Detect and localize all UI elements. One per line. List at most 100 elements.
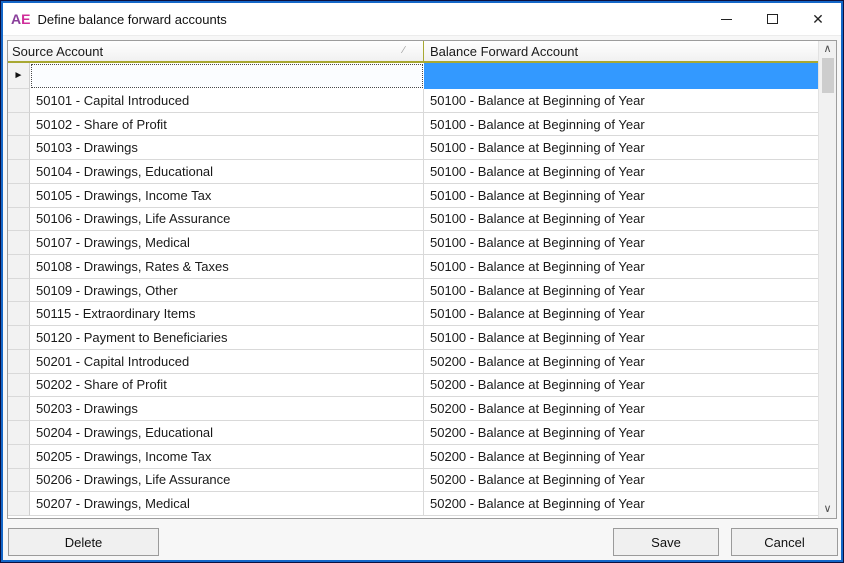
table-row[interactable]: 50207 - Drawings, Medical 50200 - Balanc… <box>8 492 818 516</box>
row-selector-cell[interactable] <box>8 255 30 279</box>
balance-forward-cell[interactable]: 50200 - Balance at Beginning of Year <box>424 374 818 398</box>
source-account-cell[interactable]: 50120 - Payment to Beneficiaries <box>30 326 424 350</box>
balance-forward-cell[interactable]: 50100 - Balance at Beginning of Year <box>424 208 818 232</box>
balance-forward-cell[interactable]: 50100 - Balance at Beginning of Year <box>424 326 818 350</box>
source-account-cell[interactable]: 50205 - Drawings, Income Tax <box>30 445 424 469</box>
window-controls: ✕ <box>703 3 841 35</box>
row-selector-cell[interactable] <box>8 374 30 398</box>
row-selector-cell[interactable] <box>8 113 30 137</box>
window-title: Define balance forward accounts <box>37 12 226 27</box>
balance-forward-cell[interactable]: 50100 - Balance at Beginning of Year <box>424 279 818 303</box>
table-row[interactable]: 50120 - Payment to Beneficiaries 50100 -… <box>8 326 818 350</box>
source-account-cell[interactable]: 50104 - Drawings, Educational <box>30 160 424 184</box>
grid-rows: 50101 - Capital Introduced 50100 - Balan… <box>8 89 818 516</box>
current-row-selector[interactable]: ► <box>8 63 30 89</box>
column-header-balance-forward-account[interactable]: Balance Forward Account <box>424 41 818 61</box>
balance-forward-cell[interactable]: 50100 - Balance at Beginning of Year <box>424 89 818 113</box>
source-account-cell[interactable]: 50101 - Capital Introduced <box>30 89 424 113</box>
source-account-cell[interactable]: 50202 - Share of Profit <box>30 374 424 398</box>
balance-forward-cell[interactable]: 50100 - Balance at Beginning of Year <box>424 160 818 184</box>
table-row[interactable]: 50115 - Extraordinary Items 50100 - Bala… <box>8 302 818 326</box>
column-header-source-account[interactable]: Source Account ∕ <box>8 41 424 61</box>
source-account-cell[interactable]: 50108 - Drawings, Rates & Taxes <box>30 255 424 279</box>
balance-forward-cell[interactable]: 50200 - Balance at Beginning of Year <box>424 469 818 493</box>
close-button[interactable]: ✕ <box>795 3 841 35</box>
cancel-button[interactable]: Cancel <box>731 528 838 556</box>
row-selector-cell[interactable] <box>8 445 30 469</box>
row-selector-cell[interactable] <box>8 279 30 303</box>
dialog-client-area: AE Define balance forward accounts ✕ Sou… <box>3 3 841 560</box>
row-selector-cell[interactable] <box>8 184 30 208</box>
scrollbar-thumb[interactable] <box>822 58 834 93</box>
source-account-cell[interactable]: 50105 - Drawings, Income Tax <box>30 184 424 208</box>
sort-ascending-icon: ∕ <box>403 47 411 55</box>
source-account-cell[interactable]: 50115 - Extraordinary Items <box>30 302 424 326</box>
row-selector-cell[interactable] <box>8 469 30 493</box>
table-row[interactable]: 50205 - Drawings, Income Tax 50200 - Bal… <box>8 445 818 469</box>
row-selector-cell[interactable] <box>8 89 30 113</box>
table-row[interactable]: 50104 - Drawings, Educational 50100 - Ba… <box>8 160 818 184</box>
balance-forward-cell[interactable]: 50100 - Balance at Beginning of Year <box>424 184 818 208</box>
source-account-edit-cell[interactable] <box>31 64 423 88</box>
table-row[interactable]: 50105 - Drawings, Income Tax 50100 - Bal… <box>8 184 818 208</box>
balance-forward-cell[interactable]: 50100 - Balance at Beginning of Year <box>424 113 818 137</box>
table-row[interactable]: 50204 - Drawings, Educational 50200 - Ba… <box>8 421 818 445</box>
table-row[interactable]: 50101 - Capital Introduced 50100 - Balan… <box>8 89 818 113</box>
source-account-cell[interactable]: 50103 - Drawings <box>30 136 424 160</box>
table-row[interactable]: 50107 - Drawings, Medical 50100 - Balanc… <box>8 231 818 255</box>
source-account-cell[interactable]: 50207 - Drawings, Medical <box>30 492 424 516</box>
balance-forward-cell[interactable]: 50100 - Balance at Beginning of Year <box>424 231 818 255</box>
save-button[interactable]: Save <box>613 528 719 556</box>
row-selector-cell[interactable] <box>8 136 30 160</box>
balance-forward-cell[interactable]: 50200 - Balance at Beginning of Year <box>424 445 818 469</box>
row-selector-cell[interactable] <box>8 302 30 326</box>
row-selector-cell[interactable] <box>8 350 30 374</box>
row-selector-cell[interactable] <box>8 231 30 255</box>
table-row[interactable]: 50108 - Drawings, Rates & Taxes 50100 - … <box>8 255 818 279</box>
row-selector-cell[interactable] <box>8 397 30 421</box>
app-logo-icon: AE <box>11 11 30 27</box>
row-selector-cell[interactable] <box>8 160 30 184</box>
balance-forward-cell[interactable]: 50100 - Balance at Beginning of Year <box>424 136 818 160</box>
balance-forward-cell[interactable]: 50200 - Balance at Beginning of Year <box>424 492 818 516</box>
source-account-cell[interactable]: 50206 - Drawings, Life Assurance <box>30 469 424 493</box>
logo-letter-e: E <box>21 11 30 27</box>
balance-forward-cell[interactable]: 50100 - Balance at Beginning of Year <box>424 302 818 326</box>
maximize-button[interactable] <box>749 3 795 35</box>
scroll-up-icon[interactable]: ∧ <box>819 41 836 58</box>
grid-content: Source Account ∕ Balance Forward Account… <box>8 41 818 518</box>
row-selector-cell[interactable] <box>8 208 30 232</box>
source-account-cell[interactable]: 50204 - Drawings, Educational <box>30 421 424 445</box>
source-account-cell[interactable]: 50201 - Capital Introduced <box>30 350 424 374</box>
source-account-header-label: Source Account <box>12 44 103 59</box>
table-row[interactable]: 50109 - Drawings, Other 50100 - Balance … <box>8 279 818 303</box>
minimize-icon <box>721 19 732 20</box>
table-row[interactable]: 50206 - Drawings, Life Assurance 50200 -… <box>8 469 818 493</box>
table-row[interactable]: 50102 - Share of Profit 50100 - Balance … <box>8 113 818 137</box>
source-account-cell[interactable]: 50107 - Drawings, Medical <box>30 231 424 255</box>
balance-forward-cell[interactable]: 50200 - Balance at Beginning of Year <box>424 350 818 374</box>
source-account-cell[interactable]: 50109 - Drawings, Other <box>30 279 424 303</box>
balance-forward-cell[interactable]: 50100 - Balance at Beginning of Year <box>424 255 818 279</box>
delete-button[interactable]: Delete <box>8 528 159 556</box>
dialog-window: AE Define balance forward accounts ✕ Sou… <box>0 0 844 563</box>
table-row[interactable]: 50203 - Drawings 50200 - Balance at Begi… <box>8 397 818 421</box>
title-bar: AE Define balance forward accounts ✕ <box>3 3 841 36</box>
scroll-down-icon[interactable]: ∨ <box>819 501 836 518</box>
table-row[interactable]: 50201 - Capital Introduced 50200 - Balan… <box>8 350 818 374</box>
source-account-cell[interactable]: 50203 - Drawings <box>30 397 424 421</box>
source-account-cell[interactable]: 50106 - Drawings, Life Assurance <box>30 208 424 232</box>
balance-forward-cell[interactable]: 50200 - Balance at Beginning of Year <box>424 397 818 421</box>
source-account-cell[interactable]: 50102 - Share of Profit <box>30 113 424 137</box>
table-row[interactable]: 50106 - Drawings, Life Assurance 50100 -… <box>8 208 818 232</box>
table-row[interactable]: 50202 - Share of Profit 50200 - Balance … <box>8 374 818 398</box>
balance-forward-header-label: Balance Forward Account <box>430 44 578 59</box>
vertical-scrollbar[interactable]: ∧ ∨ <box>818 41 836 518</box>
minimize-button[interactable] <box>703 3 749 35</box>
row-selector-cell[interactable] <box>8 326 30 350</box>
row-selector-cell[interactable] <box>8 492 30 516</box>
row-selector-cell[interactable] <box>8 421 30 445</box>
balance-forward-cell[interactable]: 50200 - Balance at Beginning of Year <box>424 421 818 445</box>
table-row[interactable]: 50103 - Drawings 50100 - Balance at Begi… <box>8 136 818 160</box>
balance-forward-selected-cell[interactable] <box>424 63 818 89</box>
